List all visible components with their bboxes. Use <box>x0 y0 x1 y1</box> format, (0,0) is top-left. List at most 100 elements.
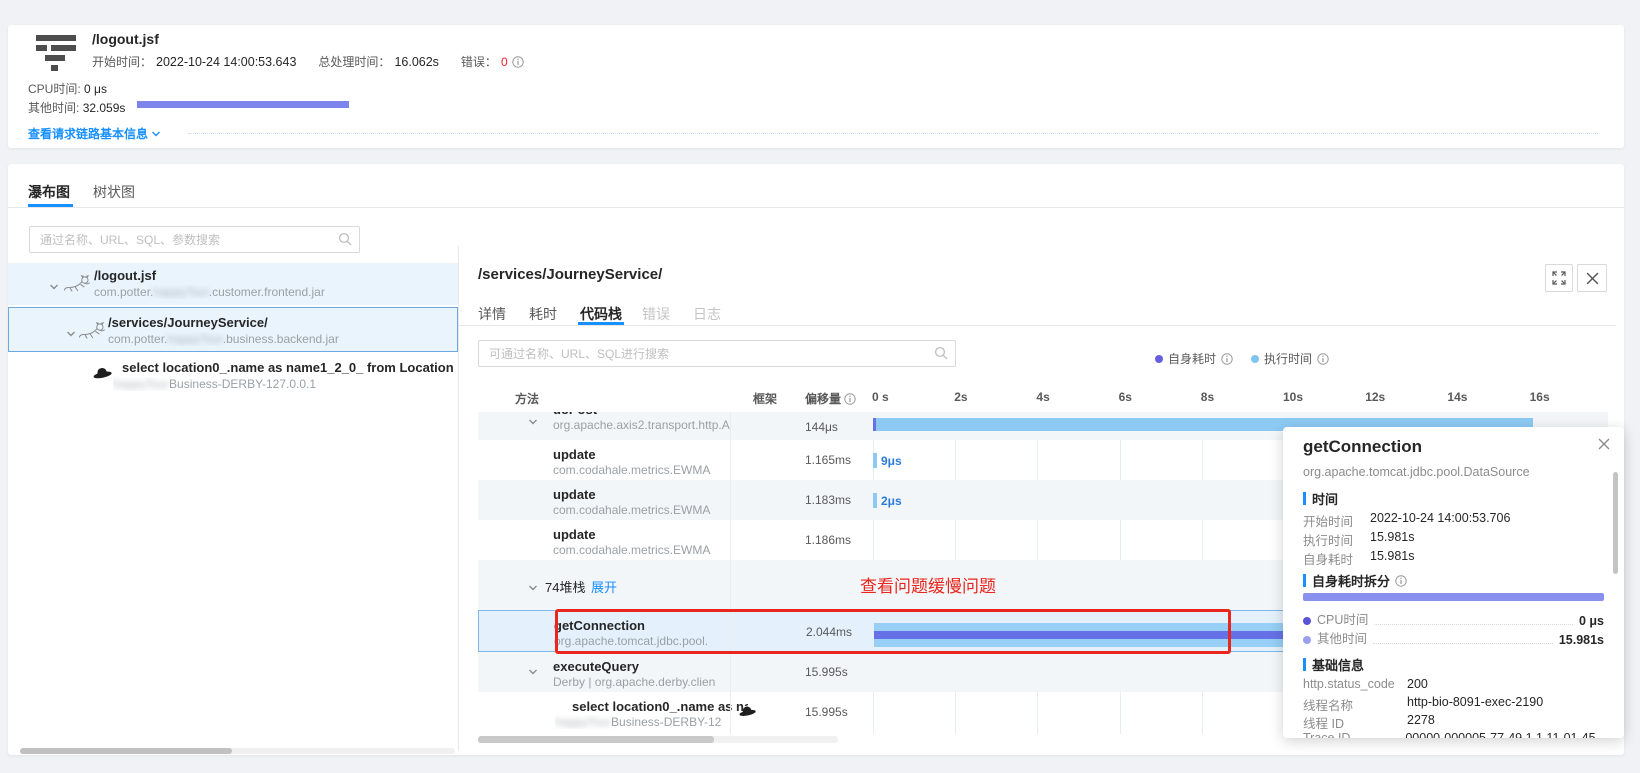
group-expand-link[interactable]: 展开 <box>591 577 617 596</box>
chevron-down-icon[interactable] <box>528 580 538 598</box>
left-search <box>29 226 360 253</box>
detail-kv-row: 执行时间15.981s <box>1303 530 1414 549</box>
kv-value: 15.981s <box>1370 549 1414 568</box>
tree-item[interactable]: /logout.jsfcom.potter.happyTour.customer… <box>8 263 458 305</box>
method-package: com.codahale.metrics.EWMA <box>553 463 731 477</box>
stack-search-input[interactable] <box>478 340 956 367</box>
chevron-down-icon[interactable] <box>528 414 538 432</box>
method-name: executeQuery <box>553 659 748 674</box>
popup-close-icon[interactable] <box>1597 437 1615 455</box>
col-framework: 框架 <box>753 390 777 407</box>
error-count: 0 <box>501 55 508 69</box>
kv-value: 00000-000005-77-49.1.1.11-01-45-1004 <box>1405 731 1624 738</box>
stack-hscrollbar-thumb[interactable] <box>478 736 714 743</box>
offset-value: 15.995s <box>805 665 848 679</box>
stack-hscrollbar-track[interactable] <box>478 736 838 743</box>
split-dot <box>1303 617 1311 625</box>
kv-label: http.status_code <box>1303 677 1407 691</box>
kv-value: 2278 <box>1407 713 1435 732</box>
offset-value: 1.183ms <box>805 493 851 507</box>
offset-value: 1.165ms <box>805 453 851 467</box>
bar-duration-label: 9μs <box>881 454 902 468</box>
axis-tick-label: 0 s <box>872 390 889 404</box>
waterfall-main-card: 瀑布图 树状图 /logout.jsfcom.potter.happyTour.… <box>8 164 1624 755</box>
detail-tab-2[interactable]: 耗时 <box>529 304 557 324</box>
waterfall-trace-icon <box>36 32 76 72</box>
tree-item[interactable]: select location0_.name as name1_2_0_ fro… <box>8 358 458 394</box>
axis-tick-label: 8s <box>1201 390 1214 404</box>
total-time-label: 总处理时间： <box>318 53 390 70</box>
offset-value: 1.186ms <box>805 533 851 547</box>
legend-dot <box>1155 355 1163 363</box>
panel-divider <box>458 246 459 751</box>
expand-basic-info-link[interactable]: 查看请求链路基本信息 <box>28 125 161 142</box>
axis-tick-label: 4s <box>1036 390 1049 404</box>
col-offset: 偏移量 <box>805 390 856 407</box>
error-info-icon[interactable] <box>512 56 524 68</box>
tree-item[interactable]: /services/JourneyService/com.potter.happ… <box>8 307 458 352</box>
chevron-down-icon <box>151 129 161 139</box>
detail-kv-row: Trace ID00000-000005-77-49.1.1.11-01-45-… <box>1303 731 1624 738</box>
kv-label: Trace ID <box>1303 731 1405 738</box>
tab-tree[interactable]: 树状图 <box>93 182 135 202</box>
axis-tick-label: 10s <box>1283 390 1303 404</box>
trace-meta: 开始时间： 2022-10-24 14:00:53.643 总处理时间： 16.06… <box>92 53 524 70</box>
info-icon[interactable] <box>1317 353 1329 365</box>
detail-tab-1[interactable]: 详情 <box>478 304 506 324</box>
section-basic-heading: 基础信息 <box>1303 655 1364 674</box>
offset-value: 144μs <box>805 420 838 434</box>
chevron-down-icon[interactable] <box>66 326 76 344</box>
method-package: org.apache.tomcat.jdbc.pool. <box>554 634 732 648</box>
method-package: org.apache.axis2.transport.http.A <box>553 418 731 432</box>
method-package: Derby | org.apache.derby.clien <box>553 675 731 689</box>
info-icon[interactable] <box>844 393 856 405</box>
fullscreen-button[interactable] <box>1545 264 1573 292</box>
tree-item-title: /logout.jsf <box>94 268 458 283</box>
search-icon[interactable] <box>338 232 352 251</box>
kv-value: 2022-10-24 14:00:53.706 <box>1370 511 1510 530</box>
left-hscrollbar-track[interactable] <box>20 748 455 754</box>
left-search-input[interactable] <box>29 226 360 253</box>
section-basic-label: 基础信息 <box>1312 655 1364 674</box>
start-time-label: 开始时间： <box>92 53 152 70</box>
axis-tick-label: 14s <box>1447 390 1467 404</box>
cpu-time-value: 0 μs <box>84 82 107 96</box>
tab-waterfall[interactable]: 瀑布图 <box>28 182 70 202</box>
method-name: update <box>553 447 748 462</box>
detail-tab-3[interactable]: 代码栈 <box>580 304 622 324</box>
span-detail-popup: getConnection org.apache.tomcat.jdbc.poo… <box>1283 427 1624 738</box>
info-icon[interactable] <box>1395 575 1407 587</box>
total-time-value: 16.062s <box>394 55 438 69</box>
tomcat-icon <box>78 320 106 347</box>
detail-kv-row: 自身耗时15.981s <box>1303 549 1414 568</box>
split-label: CPU时间 <box>1317 609 1368 628</box>
search-icon[interactable] <box>934 346 948 365</box>
execution-bar <box>873 493 877 508</box>
split-dot <box>1303 636 1311 644</box>
page-title: /logout.jsf <box>92 31 159 47</box>
tomcat-icon <box>63 273 91 300</box>
chevron-down-icon[interactable] <box>49 279 59 297</box>
kv-label: 线程名称 <box>1303 695 1407 714</box>
method-name: update <box>553 527 748 542</box>
execution-bar <box>873 453 877 468</box>
legend-item: 执行时间 <box>1251 350 1329 367</box>
info-icon[interactable] <box>1221 353 1233 365</box>
derby-icon <box>92 365 112 384</box>
left-hscrollbar-thumb[interactable] <box>20 748 232 754</box>
self-time-bar <box>1303 593 1604 601</box>
popup-vscrollbar-thumb[interactable] <box>1613 472 1618 574</box>
split-value: 0 μs <box>1579 614 1604 628</box>
kv-label: 执行时间 <box>1303 530 1370 549</box>
axis-tick-label: 12s <box>1365 390 1385 404</box>
axis-tick-label: 16s <box>1530 390 1550 404</box>
chevron-down-icon[interactable] <box>528 664 538 682</box>
legend-label: 执行时间 <box>1264 350 1312 367</box>
page: { "header": { "title": "/logout.jsf", "s… <box>0 0 1640 773</box>
stack-search <box>478 340 956 367</box>
annotation-text: 查看问题缓慢问题 <box>860 572 996 597</box>
start-time-value: 2022-10-24 14:00:53.643 <box>156 55 296 69</box>
other-time-label: 其他时间: <box>28 101 79 115</box>
offset-value: 2.044ms <box>806 625 852 639</box>
panel-close-button[interactable] <box>1577 264 1607 292</box>
